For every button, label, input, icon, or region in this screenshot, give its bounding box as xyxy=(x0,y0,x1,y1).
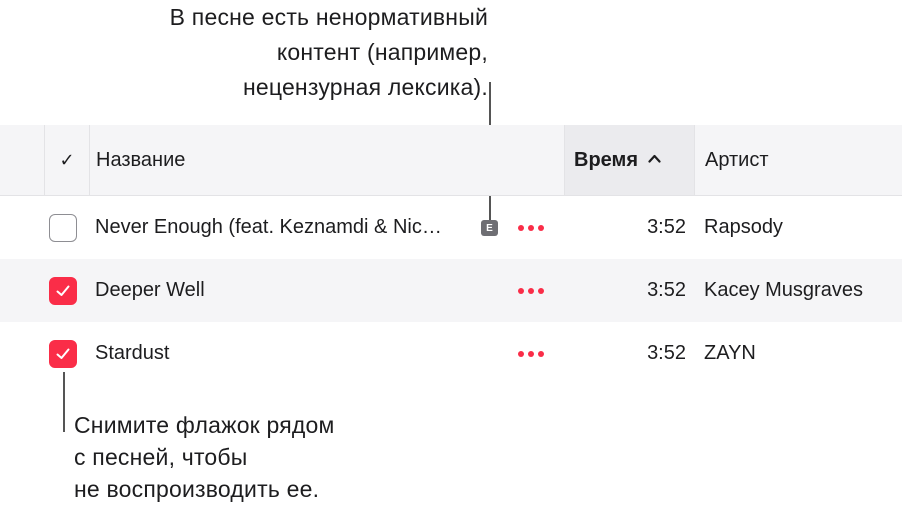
callout-line: контент (например, xyxy=(276,39,488,65)
more-options-button[interactable] xyxy=(518,196,544,259)
song-duration: 3:52 xyxy=(647,279,686,301)
table-row[interactable]: Stardust 3:52 ZAYN xyxy=(0,322,902,385)
song-checkbox[interactable] xyxy=(49,277,77,305)
song-title: Deeper Well xyxy=(95,279,205,301)
song-artist: ZAYN xyxy=(704,342,756,364)
callout-line: не воспроизводить ее. xyxy=(74,476,320,502)
song-checkbox[interactable] xyxy=(49,214,77,242)
more-options-button[interactable] xyxy=(518,259,544,322)
table-row[interactable]: Never Enough (feat. Keznamdi & Nic… E 3:… xyxy=(0,196,902,259)
song-duration: 3:52 xyxy=(647,342,686,364)
checkmark-icon xyxy=(56,285,70,296)
song-artist: Rapsody xyxy=(704,216,783,238)
callout-line: нецензурная лексика). xyxy=(242,74,488,100)
callout-line: Снимите флажок рядом xyxy=(74,412,335,438)
table-row[interactable]: Deeper Well 3:52 Kacey Musgraves xyxy=(0,259,902,322)
column-header-time[interactable]: Время xyxy=(564,125,695,195)
explicit-callout: В песне есть ненормативный контент (напр… xyxy=(170,0,488,105)
song-title: Stardust xyxy=(95,342,170,364)
column-header-check[interactable]: ✓ xyxy=(44,125,90,195)
column-header-name[interactable]: Название xyxy=(96,125,185,195)
column-header-time-label: Время xyxy=(574,148,638,171)
track-table: ✓ Название Время Артист Never Enough (fe… xyxy=(0,125,902,385)
checkmark-icon: ✓ xyxy=(59,149,75,170)
checkbox-callout-leader xyxy=(63,372,65,432)
more-options-button[interactable] xyxy=(518,322,544,385)
song-title: Never Enough (feat. Keznamdi & Nic… xyxy=(95,216,442,238)
checkbox-callout: Снимите флажок рядом с песней, чтобы не … xyxy=(74,409,335,505)
checkmark-icon xyxy=(56,348,70,359)
song-duration: 3:52 xyxy=(647,216,686,238)
chevron-up-icon xyxy=(648,150,661,166)
song-checkbox[interactable] xyxy=(49,340,77,368)
song-artist: Kacey Musgraves xyxy=(704,279,863,301)
callout-line: с песней, чтобы xyxy=(74,444,248,470)
explicit-badge-icon: E xyxy=(481,220,498,236)
callout-line: В песне есть ненормативный xyxy=(169,4,488,30)
column-header-artist[interactable]: Артист xyxy=(705,125,769,195)
screen: В песне есть ненормативный контент (напр… xyxy=(0,0,902,516)
table-header: ✓ Название Время Артист xyxy=(0,125,902,196)
